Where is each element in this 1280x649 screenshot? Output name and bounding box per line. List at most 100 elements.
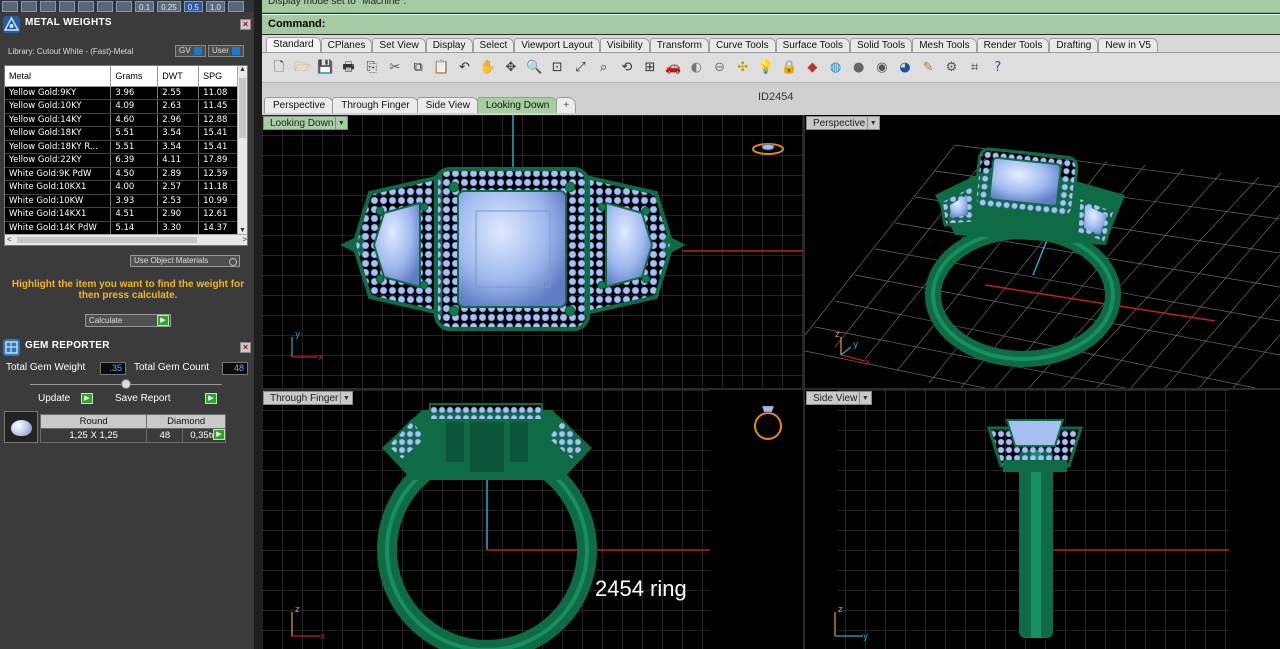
- table-row[interactable]: White Gold:10KX1 4.00 2.57 11.18: [5, 180, 241, 195]
- toolbar-tab-select[interactable]: Select: [472, 38, 515, 52]
- scroll-thumb[interactable]: [239, 78, 246, 138]
- four-viewports-icon[interactable]: ⊞: [641, 59, 659, 77]
- toolbar-tab-new-in-v5[interactable]: New in V5: [1098, 38, 1158, 52]
- close-icon[interactable]: ×: [240, 342, 251, 353]
- strip-tool-icon[interactable]: [40, 0, 56, 12]
- open-folder-icon[interactable]: 🗁: [293, 59, 311, 77]
- save-report-go-icon[interactable]: ▶: [205, 393, 217, 404]
- strip-tool-icon[interactable]: [78, 0, 94, 12]
- viewport-title-through-finger[interactable]: Through Finger: [263, 391, 354, 405]
- viewport-title-perspective[interactable]: Perspective: [806, 116, 881, 130]
- import-icon[interactable]: ⎘: [363, 59, 381, 77]
- step-value-button[interactable]: 0.5: [183, 0, 203, 12]
- column-header[interactable]: Metal: [5, 66, 112, 87]
- scroll-thumb[interactable]: [17, 237, 197, 243]
- gv-toggle[interactable]: GV: [175, 45, 206, 57]
- cut-icon[interactable]: ✂: [386, 59, 404, 77]
- tab-side-view[interactable]: Side View: [416, 97, 479, 113]
- add-viewport-icon[interactable]: +: [556, 97, 577, 113]
- toolbar-tab-display[interactable]: Display: [425, 38, 473, 52]
- pan-hand-icon[interactable]: ✋: [479, 59, 497, 77]
- print-icon[interactable]: 🖶: [340, 59, 358, 77]
- tab-looking-down[interactable]: Looking Down: [476, 97, 559, 113]
- viewport-looking-down[interactable]: y x Looking Down: [262, 115, 803, 388]
- update-button[interactable]: Update: [38, 393, 70, 404]
- zoom-selected-icon[interactable]: ⌕: [595, 59, 613, 77]
- table-row[interactable]: Yellow Gold:22KY 6.39 4.11 17.89: [5, 153, 241, 168]
- gear-icon[interactable]: ⚙: [942, 59, 960, 77]
- strip-tool-icon[interactable]: [21, 0, 37, 12]
- viewport-title-looking-down[interactable]: Looking Down: [263, 116, 349, 130]
- use-object-materials-toggle[interactable]: Use Object Materials: [130, 255, 240, 267]
- horizontal-scrollbar[interactable]: < >: [5, 234, 247, 245]
- paste-icon[interactable]: 📋: [432, 59, 450, 77]
- new-file-icon[interactable]: 🗋: [270, 59, 288, 77]
- table-row[interactable]: Yellow Gold:9KY 3.96 2.55 11.08: [5, 86, 241, 100]
- save-report-button[interactable]: Save Report: [115, 393, 171, 404]
- viewport-title-side-view[interactable]: Side View: [806, 391, 873, 405]
- point-icon[interactable]: ✣: [734, 59, 752, 77]
- gem-row-go-icon[interactable]: ▶: [213, 429, 225, 440]
- toolbar-tab-render-tools[interactable]: Render Tools: [976, 38, 1050, 52]
- close-icon[interactable]: ×: [240, 19, 251, 30]
- column-header[interactable]: SPG: [198, 66, 241, 87]
- hide-icon[interactable]: ◐: [687, 59, 705, 77]
- car-icon[interactable]: 🚗: [664, 59, 682, 77]
- scroll-down-icon[interactable]: ▼: [238, 227, 247, 234]
- toolbar-tab-cplanes[interactable]: CPlanes: [320, 38, 373, 52]
- step-value-button[interactable]: 0.25: [157, 0, 181, 12]
- toolbar-tab-set-view[interactable]: Set View: [372, 38, 426, 52]
- toolbar-tab-visibility[interactable]: Visibility: [599, 38, 650, 52]
- help-icon[interactable]: ?: [989, 59, 1007, 77]
- table-row[interactable]: Yellow Gold:18KY R... 5.51 3.54 15.41: [5, 140, 241, 154]
- color-wheel-icon[interactable]: ◍: [827, 59, 845, 77]
- sphere-blue-icon[interactable]: ◕: [896, 59, 914, 77]
- viewport-through-finger[interactable]: z x Through Finger 2454 ring: [262, 390, 803, 649]
- column-header[interactable]: Grams: [110, 66, 159, 87]
- scroll-left-icon[interactable]: <: [7, 235, 12, 244]
- vertical-scrollbar[interactable]: ▲ ▼: [237, 66, 247, 234]
- size-slider-handle[interactable]: [121, 379, 131, 389]
- table-row[interactable]: Yellow Gold:18KY 5.51 3.54 15.41: [5, 126, 241, 141]
- user-toggle[interactable]: User: [208, 45, 244, 57]
- bulb-icon[interactable]: 💡: [757, 59, 775, 77]
- step-value-button[interactable]: 1.0: [205, 0, 225, 12]
- scroll-up-icon[interactable]: ▲: [238, 66, 247, 73]
- strip-tool-icon[interactable]: [59, 0, 75, 12]
- snap-icon[interactable]: ⌗: [966, 59, 984, 77]
- copy-icon[interactable]: ⧉: [409, 59, 427, 77]
- toolbar-tab-standard[interactable]: Standard: [266, 37, 321, 52]
- table-row[interactable]: White Gold:14K PdW 5.14 3.30 14.37: [5, 221, 241, 235]
- toolbar-tab-viewport-layout[interactable]: Viewport Layout: [514, 38, 600, 52]
- padlock-icon[interactable]: 🔒: [780, 59, 798, 77]
- panel-splitter[interactable]: [254, 0, 262, 649]
- sphere-shaded-icon[interactable]: ◉: [873, 59, 891, 77]
- column-header[interactable]: DWT: [157, 66, 200, 87]
- sphere-gray-icon[interactable]: ●: [850, 59, 868, 77]
- save-icon[interactable]: 💾: [316, 59, 334, 77]
- table-row[interactable]: White Gold:9K PdW 4.50 2.89 12.59: [5, 167, 241, 181]
- strip-tool-icon[interactable]: [2, 0, 18, 12]
- gem-row[interactable]: 1,25 X 1,25 48 0,35tw: [39, 428, 226, 443]
- calculate-go-icon[interactable]: ▶: [157, 315, 169, 326]
- layer-icon[interactable]: ◆: [803, 59, 821, 77]
- zoom-icon[interactable]: 🔍: [525, 59, 543, 77]
- toolbar-tab-curve-tools[interactable]: Curve Tools: [708, 38, 776, 52]
- update-go-icon[interactable]: ▶: [81, 393, 93, 404]
- rotate-view-icon[interactable]: ⟲: [618, 59, 636, 77]
- scroll-right-icon[interactable]: >: [242, 235, 247, 244]
- strip-tool-icon[interactable]: [97, 0, 113, 12]
- command-line[interactable]: Command:: [262, 14, 1280, 34]
- toolbar-tab-solid-tools[interactable]: Solid Tools: [850, 38, 913, 52]
- lock-icon[interactable]: ⊖: [711, 59, 729, 77]
- move-icon[interactable]: ✥: [502, 59, 520, 77]
- toolbar-tab-surface-tools[interactable]: Surface Tools: [775, 38, 850, 52]
- viewport-side-view[interactable]: z y Side View: [805, 390, 1280, 649]
- gem-thumbnail[interactable]: [4, 411, 38, 443]
- table-row[interactable]: White Gold:10KW 3.93 2.53 10.99: [5, 194, 241, 208]
- table-row[interactable]: White Gold:14KX1 4.51 2.90 12.61: [5, 207, 241, 222]
- tab-perspective[interactable]: Perspective: [264, 97, 335, 113]
- undo-icon[interactable]: ↶: [456, 59, 474, 77]
- grid-icon[interactable]: [227, 0, 244, 12]
- step-value-button[interactable]: 0.1: [135, 0, 155, 12]
